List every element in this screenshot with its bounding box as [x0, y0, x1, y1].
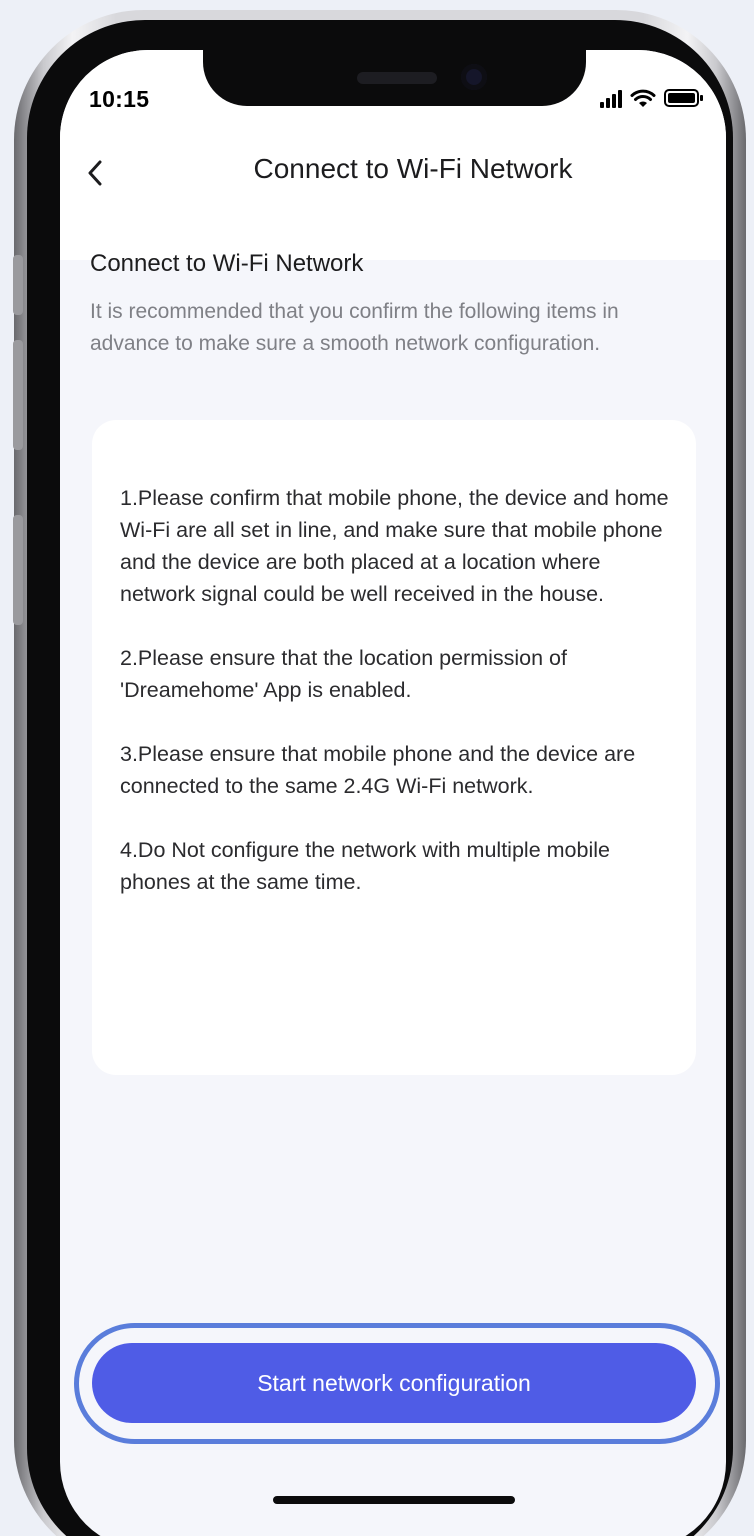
section-description: It is recommended that you confirm the f…: [90, 300, 619, 355]
status-icons: [600, 86, 704, 108]
cellular-signal-icon: [600, 90, 622, 108]
checklist-item: 3.Please ensure that mobile phone and th…: [120, 742, 636, 798]
nav-bar: Connect to Wi-Fi Network: [60, 135, 726, 260]
checklist-card: 1.Please confirm that mobile phone, the …: [92, 420, 696, 1075]
home-indicator[interactable]: [273, 1496, 515, 1504]
battery-icon: [664, 88, 704, 108]
checklist-item: 1.Please confirm that mobile phone, the …: [120, 486, 669, 606]
section-title: Connect to Wi-Fi Network: [90, 250, 364, 277]
phone-screen: 10:15 Connect to Wi-Fi Network Connect t…: [60, 50, 726, 1536]
volume-up-button: [13, 340, 23, 450]
start-network-configuration-button[interactable]: Start network configuration: [92, 1343, 696, 1423]
page-title: Connect to Wi-Fi Network: [253, 153, 573, 184]
checklist-item: 4.Do Not configure the network with mult…: [120, 838, 610, 894]
mute-switch: [13, 255, 23, 315]
front-camera: [461, 64, 487, 90]
wifi-icon: [630, 88, 656, 108]
speaker-grille: [357, 72, 437, 84]
notch: [203, 50, 586, 106]
intro-section: Connect to Wi-Fi Network It is recommend…: [90, 250, 696, 360]
status-time: 10:15: [89, 86, 150, 112]
checklist-item: 2.Please ensure that the location permis…: [120, 646, 567, 702]
volume-down-button: [13, 515, 23, 625]
stage: 10:15 Connect to Wi-Fi Network Connect t…: [0, 0, 754, 1536]
